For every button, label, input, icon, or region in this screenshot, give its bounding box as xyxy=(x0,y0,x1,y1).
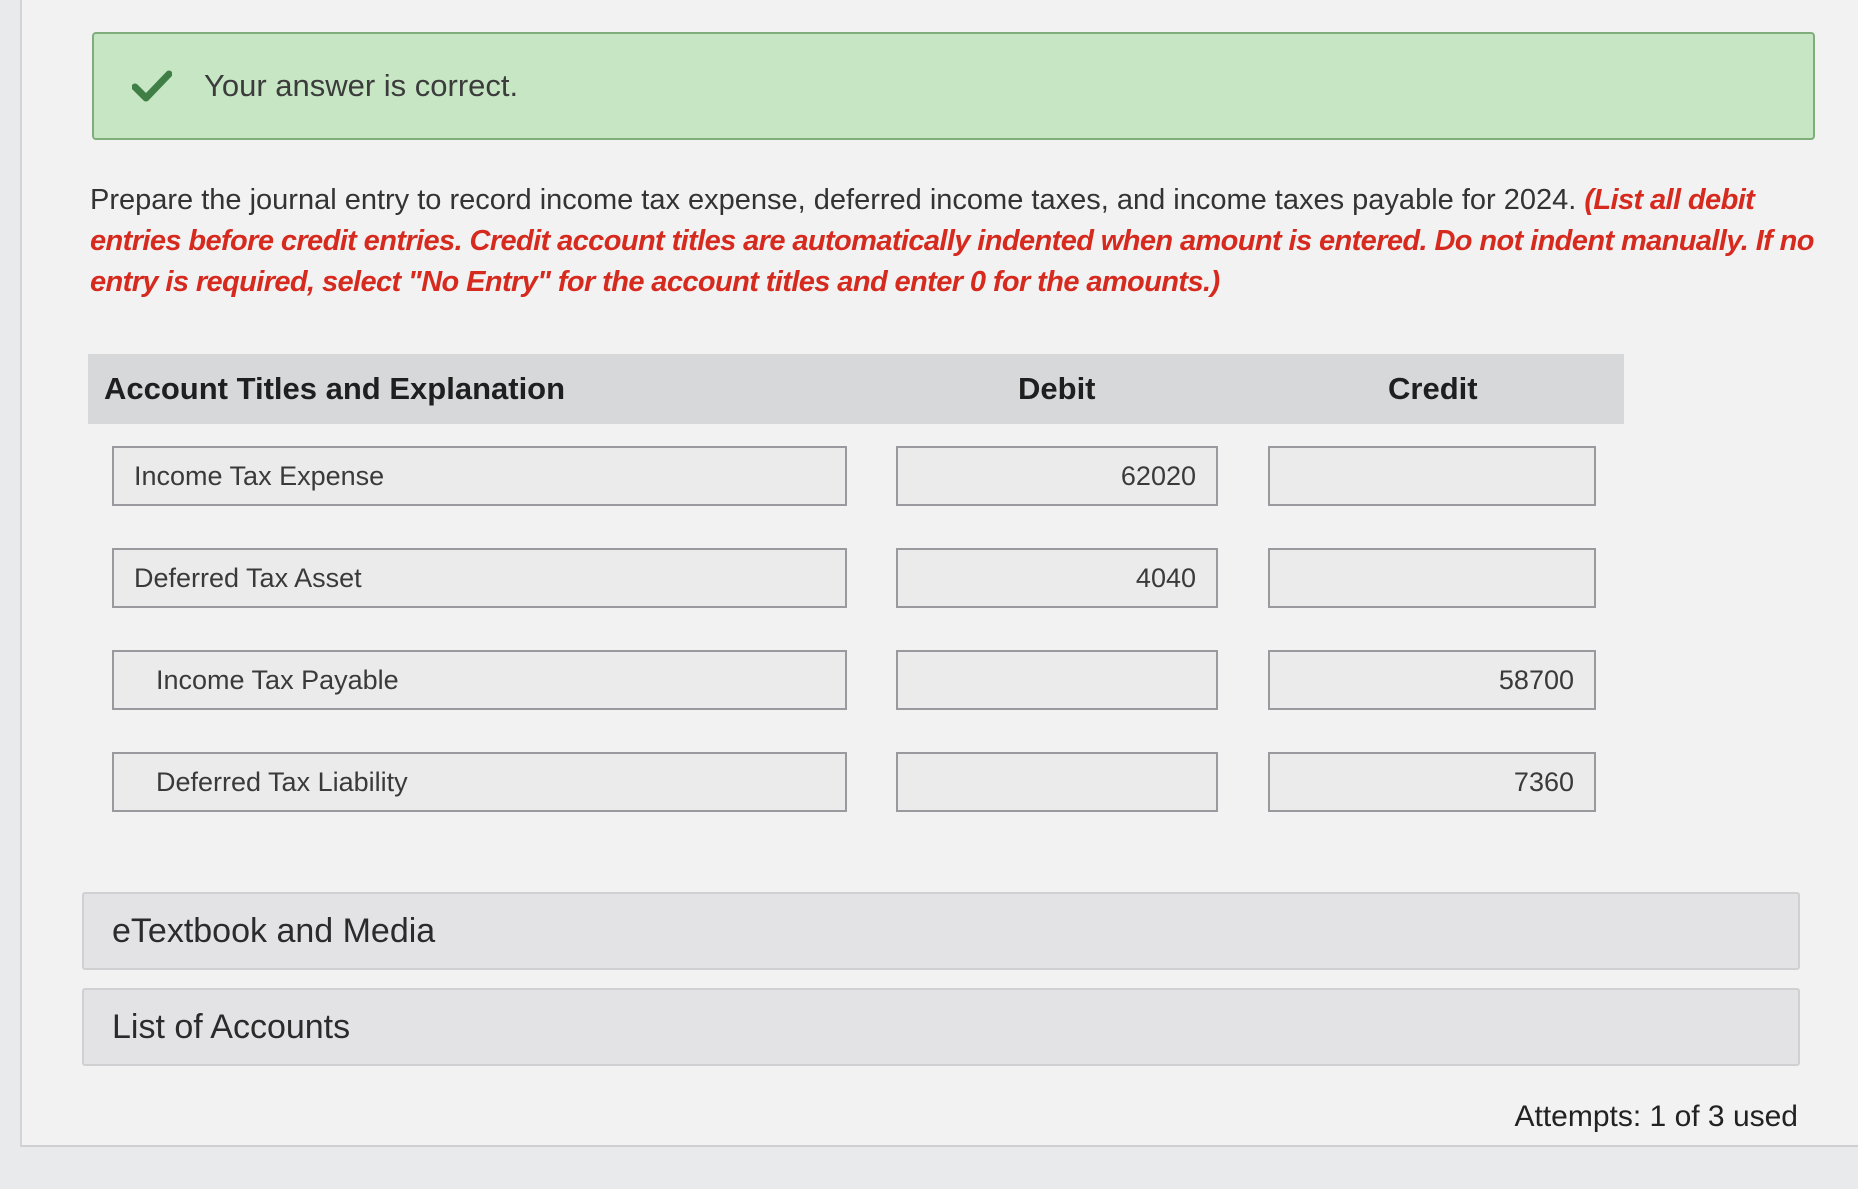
credit-field[interactable]: 7360 xyxy=(1268,752,1596,812)
check-icon xyxy=(124,70,180,102)
journal-table-header: Account Titles and Explanation Debit Cre… xyxy=(88,354,1624,424)
attempts-counter: Attempts: 1 of 3 used xyxy=(1514,1100,1799,1133)
header-debit: Debit xyxy=(1018,371,1096,406)
account-title-field[interactable]: Income Tax Expense xyxy=(112,446,847,506)
debit-field[interactable]: 4040 xyxy=(896,548,1218,608)
question-instructions: Prepare the journal entry to record inco… xyxy=(90,180,1820,303)
header-account-titles: Account Titles and Explanation xyxy=(104,371,566,406)
credit-field[interactable] xyxy=(1268,548,1596,608)
instructions-prompt: Prepare the journal entry to record inco… xyxy=(90,184,1577,216)
header-credit: Credit xyxy=(1388,371,1478,406)
etextbook-media-label: eTextbook and Media xyxy=(112,911,436,950)
list-of-accounts-label: List of Accounts xyxy=(112,1007,351,1046)
etextbook-media-section[interactable]: eTextbook and Media xyxy=(82,892,1800,970)
credit-field[interactable] xyxy=(1268,446,1596,506)
feedback-banner: Your answer is correct. xyxy=(92,32,1815,140)
debit-field[interactable] xyxy=(896,752,1218,812)
account-title-field[interactable]: Deferred Tax Asset xyxy=(112,548,847,608)
account-title-field[interactable]: Deferred Tax Liability xyxy=(112,752,847,812)
credit-field[interactable]: 58700 xyxy=(1268,650,1596,710)
journal-row: Income Tax Payable 58700 xyxy=(0,650,1858,712)
account-title-field[interactable]: Income Tax Payable xyxy=(112,650,847,710)
journal-row: Income Tax Expense 62020 xyxy=(0,446,1858,508)
debit-field[interactable]: 62020 xyxy=(896,446,1218,506)
journal-row: Deferred Tax Asset 4040 xyxy=(0,548,1858,610)
feedback-message: Your answer is correct. xyxy=(204,68,519,103)
list-of-accounts-section[interactable]: List of Accounts xyxy=(82,988,1800,1066)
journal-row: Deferred Tax Liability 7360 xyxy=(0,752,1858,814)
debit-field[interactable] xyxy=(896,650,1218,710)
